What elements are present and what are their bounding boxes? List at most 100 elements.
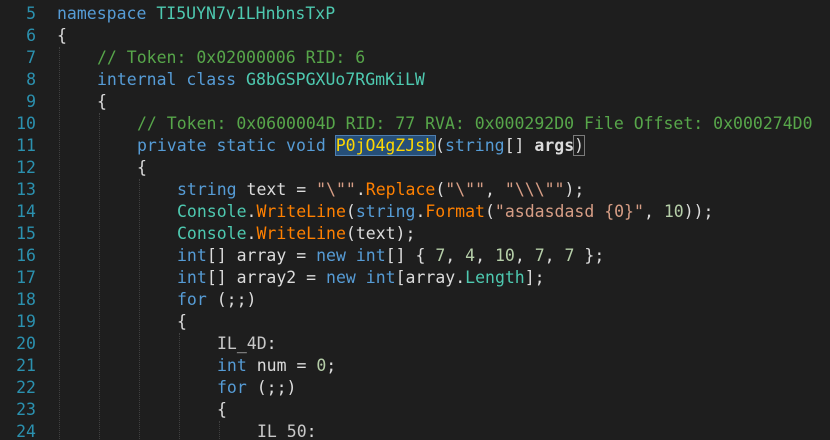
code-token: )); [683,202,714,221]
code-token: . [246,224,257,243]
line-number: 11 [16,136,36,155]
code-text: { [137,157,147,179]
code-line[interactable]: 17 int[] array2 = new int[array.Length]; [0,267,830,289]
code-token: { [57,26,67,45]
code-token: Replace [365,180,436,199]
code-token: internal [97,70,187,89]
code-token: num = [256,356,317,375]
code-line[interactable]: 12 { [0,157,830,179]
code-token: // Token: 0x02000006 RID: 6 [97,48,366,67]
code-token: ; [326,356,337,375]
code-text: { [57,25,67,47]
code-line[interactable]: 15 Console.WriteLine(text); [0,223,830,245]
code-line[interactable]: 22 for (;;) [0,377,830,399]
code-token: : [306,422,317,440]
code-token: args [534,136,575,155]
code-token: namespace [57,4,157,23]
code-token: int [365,268,396,287]
code-token: [] { [385,246,436,265]
code-line[interactable]: 24 IL_50: [0,421,830,440]
code-token: 0 [316,356,327,375]
code-token: "\"" [445,180,486,199]
code-token: { [177,312,187,331]
code-line[interactable]: 16 int[] array = new int[] { 7, 4, 10, 7,… [0,245,830,267]
code-token: (;;) [216,290,257,309]
code-token: void [286,136,336,155]
code-text: { [177,311,187,333]
code-token: ( [345,202,356,221]
code-line[interactable]: 13 string text = "\"".Replace("\"", "\\\"… [0,179,830,201]
indent-guide [59,47,60,440]
code-line[interactable]: 20 IL_4D: [0,333,830,355]
code-line[interactable]: 23 { [0,399,830,421]
line-number: 5 [26,4,36,23]
code-token: Console [177,202,247,221]
code-editor[interactable]: 5 namespace TI5UYN7v1LHnbnsTxP 6{7// Token… [0,0,830,440]
code-token: IL_50 [257,422,307,440]
code-line[interactable]: 9{ [0,91,830,113]
code-text: int[] array2 = new int[array.Length]; [177,267,545,289]
code-token: "\\\"" [504,180,565,199]
code-token: private [137,136,217,155]
code-line[interactable]: 8 internal class G8bGSPGXUo7RGmKiLW [0,69,830,91]
line-number: 21 [16,356,36,375]
code-text: Console.WriteLine(text); [177,223,415,245]
code-token: 4 [465,246,476,265]
line-number: 15 [16,224,36,243]
code-token: ]; [524,268,545,287]
code-token: text = [246,180,317,199]
line-number: 13 [16,180,36,199]
code-line[interactable]: 19 { [0,311,830,333]
code-text: // Token: 0x0600004D RID: 77 RVA: 0x0002… [137,113,813,135]
code-token: new [316,246,356,265]
code-token: string [177,180,247,199]
line-number: 7 [26,48,36,67]
code-token: { [137,158,147,177]
code-token: [array. [395,268,466,287]
code-token: // Token: 0x0600004D RID: 77 RVA: 0x0002… [137,114,813,133]
code-token: ) [573,135,586,156]
code-token: [] [504,136,535,155]
code-token: int [217,356,257,375]
code-token: Length [465,268,525,287]
code-text: { [217,399,227,421]
code-line[interactable]: 14 Console.WriteLine(string.Format("asdas… [0,201,830,223]
line-number: 18 [16,290,36,309]
code-token: WriteLine [256,202,346,221]
code-token: G8bGSPGXUo7RGmKiLW [246,70,425,89]
line-number: 22 [16,378,36,397]
code-token: ( [435,180,446,199]
code-line[interactable]: 10 // Token: 0x0600004D RID: 77 RVA: 0x00… [0,113,830,135]
code-line[interactable]: 21 int num = 0; [0,355,830,377]
code-token: . [246,202,257,221]
code-token: for [217,378,257,397]
code-line[interactable]: 11 private static void P0jO4gZJsb(string[… [0,135,830,157]
code-token: ( [435,136,445,155]
code-line[interactable]: 5 namespace TI5UYN7v1LHnbnsTxP [0,3,830,25]
code-token: , [445,246,466,265]
code-token: static [216,136,287,155]
code-text: internal class G8bGSPGXUo7RGmKiLW [97,69,425,91]
indent-guide [219,421,220,440]
code-line[interactable]: 18 for (;;) [0,289,830,311]
code-token: "asdasdasd {0}" [494,202,644,221]
code-token: int [177,246,207,265]
code-text: namespace TI5UYN7v1LHnbnsTxP [57,3,335,25]
code-token: int [355,246,386,265]
code-token: string [355,202,416,221]
code-token: (;;) [256,378,297,397]
line-number: 9 [26,92,36,111]
code-text: private static void P0jO4gZJsb(string[] … [137,135,586,157]
code-token: { [217,400,227,419]
line-number: 6 [26,26,36,45]
code-text: IL_50: [257,421,317,440]
code-text: string text = "\"".Replace("\"", "\\\"")… [177,179,584,201]
code-line[interactable]: 7 // Token: 0x02000006 RID: 6 [0,47,830,69]
code-token: { [97,92,107,111]
code-token: new [326,268,366,287]
code-token: , [514,246,535,265]
code-token: string [444,136,505,155]
line-number: 20 [16,334,36,353]
code-line[interactable]: 6{ [0,25,830,47]
code-token: , [544,246,565,265]
